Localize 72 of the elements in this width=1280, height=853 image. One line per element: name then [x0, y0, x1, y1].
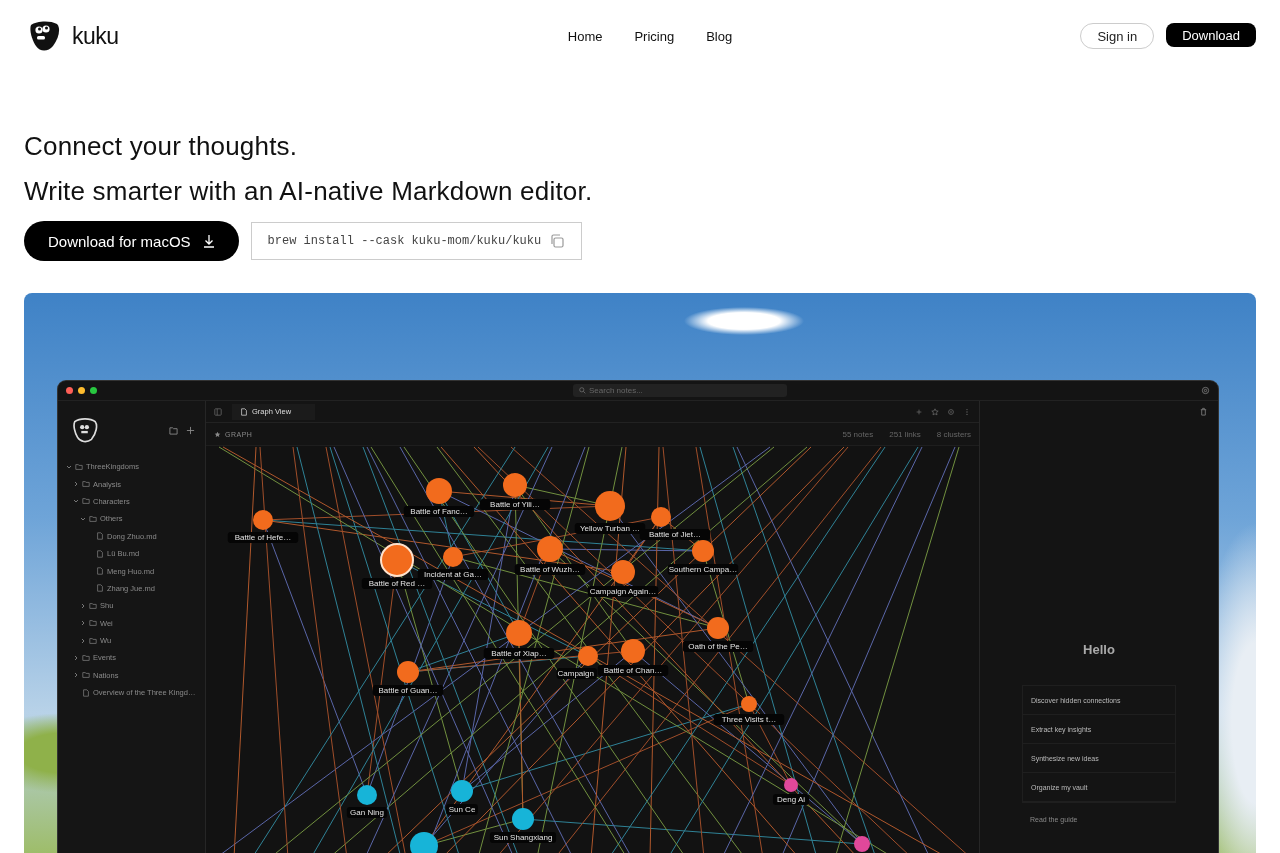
graph-stat: 251 links — [889, 429, 921, 439]
graph-node[interactable] — [357, 785, 377, 805]
maximize-button[interactable] — [90, 387, 97, 394]
brew-command: brew install --cask kuku-mom/kuku/kuku — [267, 234, 542, 248]
node-label: Incident at Ga… — [417, 569, 489, 580]
graph-node[interactable] — [380, 543, 414, 577]
file-icon — [82, 688, 90, 697]
star-icon[interactable] — [931, 407, 939, 416]
node-label: Sun Ce — [446, 804, 478, 815]
node-label: Battle of Jiet… — [639, 529, 711, 540]
node-label: Battle of Guan… — [372, 685, 444, 696]
hero-title: Connect your thoughts. — [24, 130, 299, 163]
graph-node[interactable] — [611, 560, 635, 584]
graph-node[interactable] — [253, 510, 273, 530]
node-label: Oath of the Pe… — [682, 641, 754, 652]
graph-node[interactable] — [692, 540, 714, 562]
graph-node[interactable] — [426, 478, 452, 504]
graph-node[interactable] — [595, 491, 625, 521]
node-label: Battle of Chan… — [597, 665, 669, 676]
new-folder-icon[interactable] — [169, 425, 178, 435]
graph-stat: 55 notes — [842, 429, 874, 439]
logo-text[interactable]: kuku — [72, 22, 119, 50]
trash-icon[interactable] — [1199, 407, 1208, 416]
graph-stat: 8 clusters — [936, 429, 971, 439]
node-label: Battle of Red … — [361, 578, 433, 589]
node-label: Battle of Fanc… — [403, 506, 475, 517]
folder-icon — [82, 654, 90, 662]
graph-node[interactable] — [410, 832, 438, 853]
graph-node[interactable] — [621, 639, 645, 663]
nav-link[interactable]: Home — [567, 28, 603, 44]
node-label: Gan Ning — [346, 807, 388, 818]
close-button[interactable] — [66, 387, 73, 394]
node-label: Campaign Again… — [587, 586, 659, 597]
graph-node[interactable] — [512, 808, 534, 830]
minimize-button[interactable] — [78, 387, 85, 394]
graph-node[interactable] — [707, 617, 729, 639]
node-label: Yellow Turban … — [574, 523, 646, 534]
app-logo-icon — [72, 417, 98, 443]
node-label: Battle of Hefe… — [227, 532, 299, 543]
download-button[interactable]: Download — [1166, 23, 1256, 47]
node-label: Sun Shangxiang — [489, 832, 557, 843]
graph-node[interactable] — [741, 696, 757, 712]
graph-node[interactable] — [397, 661, 419, 683]
graph-node[interactable] — [503, 473, 527, 497]
graph-node[interactable] — [854, 836, 870, 852]
file-icon — [240, 407, 248, 416]
node-label: Battle of Wuzh… — [514, 564, 586, 575]
graph-node[interactable] — [537, 536, 563, 562]
node-label: Southern Campa… — [667, 564, 739, 575]
download-icon — [202, 234, 215, 248]
settings-icon[interactable] — [1201, 386, 1210, 395]
graph-node[interactable] — [578, 646, 598, 666]
node-label: Deng Ai — [772, 794, 810, 805]
sign-in-button[interactable]: Sign in — [1080, 23, 1155, 49]
graph-node[interactable] — [506, 620, 532, 646]
graph-node[interactable] — [451, 780, 473, 802]
nav-link[interactable]: Blog — [706, 28, 733, 44]
nav-link[interactable]: Pricing — [634, 28, 675, 44]
hero-subtitle: Write smarter with an AI-native Markdown editor. — [24, 175, 594, 208]
node-label: Battle of Xiap… — [483, 648, 555, 659]
download-macos-button[interactable]: Download for macOS — [24, 221, 239, 261]
node-label: Three Visits t… — [713, 714, 785, 725]
node-label: Battle of Yili… — [479, 499, 551, 510]
brew-command-field[interactable]: brew install --cask kuku-mom/kuku/kuku — [250, 222, 583, 260]
graph-node[interactable] — [651, 507, 671, 527]
panel-toggle-icon[interactable] — [214, 407, 222, 416]
graph-node[interactable] — [443, 547, 463, 567]
plus-icon[interactable] — [186, 425, 195, 435]
graph-node[interactable] — [784, 778, 798, 792]
logo-icon[interactable] — [28, 20, 60, 52]
assistant-greeting: Hello — [1082, 642, 1116, 657]
node-label: Campaign — [556, 668, 597, 679]
